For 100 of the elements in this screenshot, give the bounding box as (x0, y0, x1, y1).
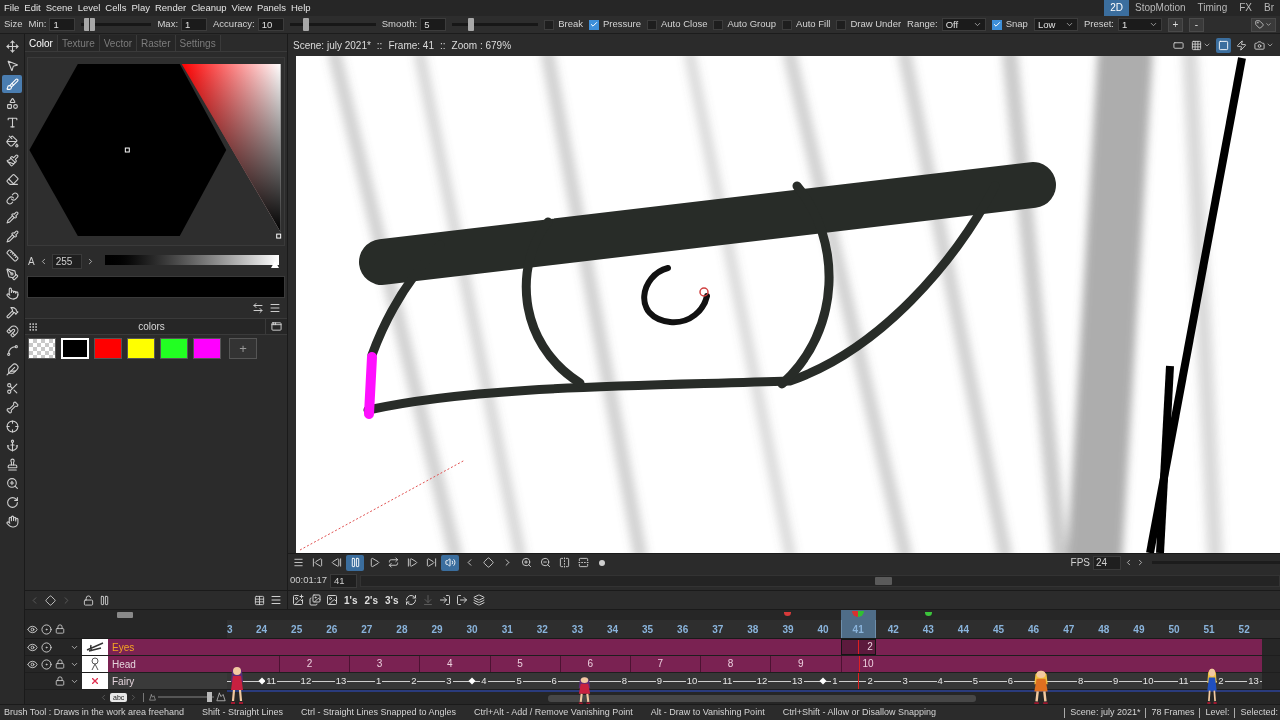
menu-item[interactable]: Render (154, 1, 187, 15)
timeline-cell[interactable] (314, 656, 350, 672)
alpha-field[interactable]: 255 (51, 253, 82, 269)
menu-item[interactable]: Level (77, 1, 101, 15)
frame-number[interactable]: 47 (1051, 620, 1087, 638)
checkbox[interactable] (647, 19, 657, 30)
range-slider[interactable] (81, 18, 152, 31)
color-swatch[interactable] (193, 338, 221, 359)
timeline-cell[interactable]: 9 (630, 673, 666, 689)
timeline-cell[interactable] (665, 656, 701, 672)
color-swatch[interactable] (94, 338, 122, 359)
menu-item[interactable]: View (231, 1, 252, 15)
timeline-cell[interactable] (875, 639, 911, 655)
room-tab[interactable]: FX (1233, 0, 1258, 16)
timeline-cell[interactable] (1226, 639, 1262, 655)
layer-name[interactable]: Eyes (108, 639, 227, 655)
timeline-cell[interactable]: 1 (349, 673, 385, 689)
frame-number[interactable]: 24 (244, 620, 280, 638)
add-swatch-button[interactable]: + (229, 338, 257, 359)
timeline-cell[interactable] (454, 656, 490, 672)
timeline-cell[interactable] (735, 656, 771, 672)
slider-thumb[interactable] (874, 576, 892, 585)
frame-number[interactable]: 51 (1191, 620, 1227, 638)
unlock-icon[interactable] (83, 594, 94, 606)
panel-tab[interactable]: Settings (175, 35, 221, 51)
diamond-icon[interactable] (45, 594, 56, 606)
frame-number[interactable]: 27 (349, 620, 385, 638)
circle-dot-icon[interactable] (40, 658, 52, 670)
layers-icon[interactable] (472, 594, 485, 606)
menu-item[interactable]: Cells (105, 1, 127, 15)
frame-number[interactable]: 44 (945, 620, 981, 638)
menu-item[interactable]: Panels (256, 1, 286, 15)
timeline-cell[interactable]: 6 (559, 656, 595, 672)
frame-zoom-slider[interactable] (158, 692, 215, 702)
frame-number[interactable]: 3 (227, 620, 244, 638)
timeline-cell[interactable]: 5 (489, 656, 525, 672)
frame-number[interactable]: 32 (524, 620, 560, 638)
viewer-toggle-button[interactable] (1234, 37, 1249, 53)
onion-skin-marker-icon[interactable] (784, 612, 792, 616)
viewer-toggle-button[interactable] (1216, 37, 1231, 53)
timeline-cell[interactable]: 5 (945, 673, 981, 689)
panel-tab[interactable]: Vector (99, 35, 138, 51)
preset-button[interactable]: + (1168, 17, 1183, 32)
timeline-cell[interactable]: 2 (384, 673, 420, 689)
timeline-cell[interactable]: 10 (1121, 673, 1157, 689)
checkbox[interactable] (782, 19, 793, 30)
number-field[interactable]: 10 (257, 18, 284, 31)
frame-number[interactable]: 34 (594, 620, 631, 638)
timeline-cell[interactable] (244, 656, 280, 672)
checkbox[interactable] (836, 19, 847, 30)
timeline-cell[interactable] (384, 656, 420, 672)
timeline-cell[interactable]: 3 (419, 673, 455, 689)
timeline-cell[interactable]: 8 (594, 673, 631, 689)
tool-button[interactable] (2, 75, 22, 93)
timeline-cell[interactable]: 11 (1156, 673, 1192, 689)
menu-item[interactable]: Edit (24, 1, 41, 15)
menu-icon[interactable] (269, 302, 281, 314)
frame-number[interactable]: 31 (489, 620, 525, 638)
table-icon[interactable] (254, 594, 265, 606)
timeline-cell[interactable] (594, 656, 631, 672)
timeline-cell[interactable]: 2 (840, 673, 876, 689)
frame-number[interactable]: 48 (1086, 620, 1122, 638)
transparent-swatch[interactable] (28, 338, 56, 359)
layer-name[interactable]: Fairy (108, 673, 227, 689)
checkbox[interactable] (544, 19, 555, 30)
exit-icon[interactable] (455, 594, 468, 606)
timeline-cell[interactable]: 8 (1051, 673, 1087, 689)
step-button[interactable]: 1's (343, 592, 359, 608)
timeline-cell[interactable]: 4 (454, 673, 490, 689)
timeline-cell[interactable] (524, 656, 560, 672)
color-hexagon[interactable] (29, 63, 227, 237)
checkbox[interactable] (588, 19, 599, 30)
frame-number[interactable]: 38 (735, 620, 771, 638)
frame-number[interactable]: 28 (384, 620, 420, 638)
frame-number[interactable]: 52 (1226, 620, 1262, 638)
menu-item[interactable]: Play (131, 1, 150, 15)
layer-name[interactable]: Head (108, 656, 227, 672)
timeline-cell[interactable]: 13 (314, 673, 350, 689)
lock-icon[interactable] (55, 659, 65, 669)
frame-number[interactable]: 40 (805, 620, 841, 638)
timeline-cell[interactable]: 4 (910, 673, 946, 689)
timeline-cell[interactable]: 5 (489, 673, 525, 689)
step-button[interactable]: 3's (384, 592, 400, 608)
timeline-cell[interactable] (805, 639, 841, 655)
timeline-cell[interactable]: 4 (419, 656, 455, 672)
checkbox[interactable] (991, 19, 1002, 30)
timeline-cell[interactable]: 12 (279, 673, 315, 689)
eye-icon[interactable] (26, 641, 38, 653)
fps-field[interactable]: 24 (1093, 555, 1121, 570)
number-field[interactable]: 1 (181, 18, 208, 31)
resize-arrows-icon[interactable] (252, 302, 264, 314)
timeline-cell[interactable]: 3 (875, 673, 911, 689)
step-button[interactable]: 2's (363, 592, 380, 608)
room-tab[interactable]: Br (1258, 0, 1280, 16)
checkbox[interactable] (713, 19, 724, 30)
frame-field[interactable]: 41 (330, 573, 357, 588)
panel-tab[interactable]: Texture (57, 35, 100, 51)
frame-number[interactable]: 37 (700, 620, 736, 638)
timeline-cell[interactable]: 13 (1226, 673, 1262, 689)
eye-icon[interactable] (26, 623, 38, 635)
